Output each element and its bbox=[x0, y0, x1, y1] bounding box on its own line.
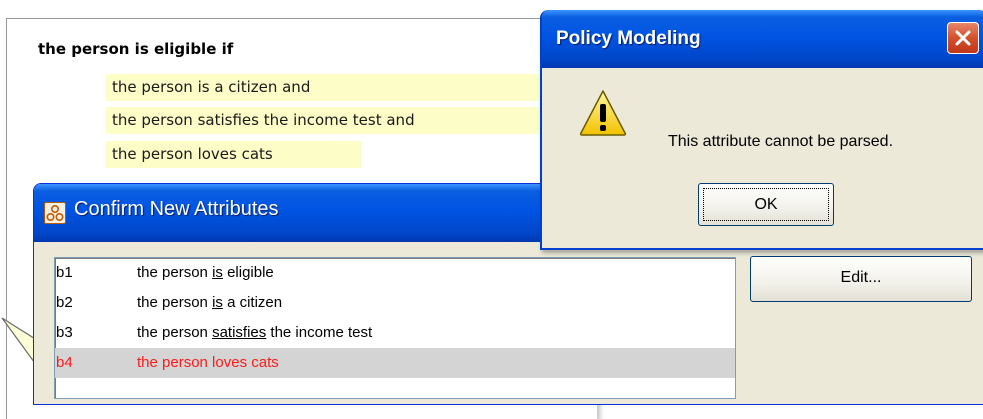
attribute-code: b4 bbox=[56, 354, 73, 371]
app-icon bbox=[44, 202, 66, 224]
list-item[interactable]: b1 the person is eligible bbox=[55, 258, 735, 288]
ok-label: OK bbox=[754, 196, 778, 213]
warning-icon bbox=[579, 90, 627, 136]
attribute-code: b3 bbox=[56, 324, 73, 341]
close-button[interactable] bbox=[947, 22, 979, 54]
dialog-message: This attribute cannot be parsed. bbox=[668, 133, 894, 150]
ok-button[interactable]: OK bbox=[698, 183, 834, 226]
rule-condition[interactable]: the person is a citizen and bbox=[106, 74, 552, 101]
window-title: Confirm New Attributes bbox=[74, 198, 279, 220]
attribute-text: the person loves cats bbox=[137, 354, 279, 371]
title-bar[interactable]: Policy Modeling bbox=[542, 10, 983, 68]
list-item[interactable]: b3 the person satisfies the income test bbox=[55, 318, 735, 348]
list-item[interactable]: b2 the person is a citizen bbox=[55, 288, 735, 318]
attribute-text: the person is a citizen bbox=[137, 294, 283, 311]
attribute-code: b2 bbox=[56, 294, 73, 311]
attribute-text: the person is eligible bbox=[137, 264, 274, 281]
close-icon bbox=[955, 30, 971, 46]
attribute-list[interactable]: b1 the person is eligible b2 the person … bbox=[54, 257, 736, 399]
attribute-text: the person satisfies the income test bbox=[137, 324, 373, 341]
dialog-title: Policy Modeling bbox=[556, 28, 701, 49]
list-item-selected[interactable]: b4 the person loves cats bbox=[55, 348, 735, 378]
edit-button[interactable]: Edit... bbox=[750, 256, 972, 302]
rule-condition[interactable]: the person loves cats bbox=[106, 141, 362, 168]
attribute-code: b1 bbox=[56, 264, 73, 281]
rule-heading: the person is eligible if bbox=[38, 40, 234, 58]
policy-modeling-dialog: Policy Modeling This attribute cannot be… bbox=[540, 10, 983, 250]
rule-condition[interactable]: the person satisfies the income test and bbox=[106, 107, 552, 134]
